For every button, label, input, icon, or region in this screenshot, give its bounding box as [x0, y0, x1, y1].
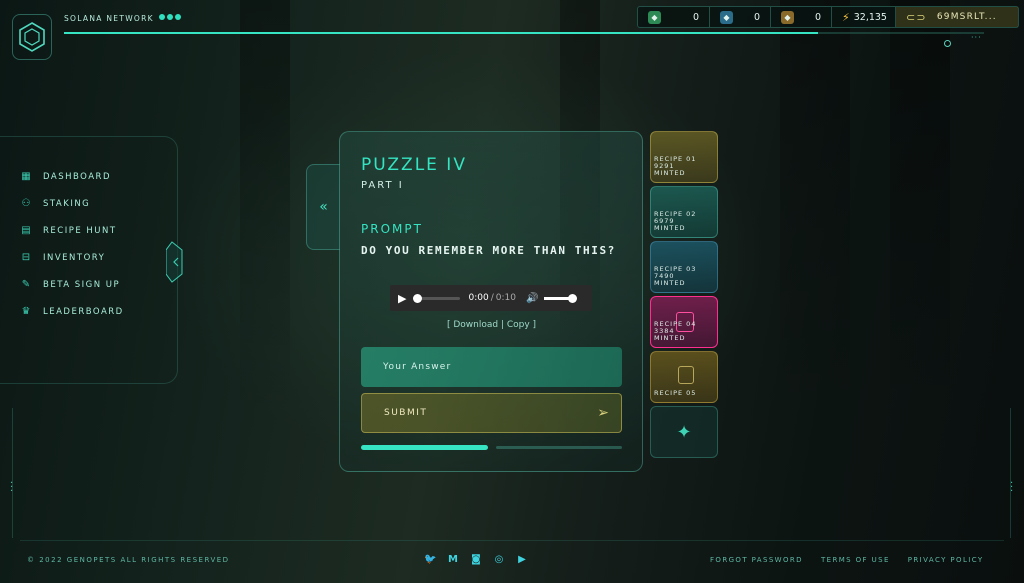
stat-gene-green: ◆ 0: [638, 7, 710, 27]
ring-icon: [944, 40, 951, 47]
network-label: SOLANA NETWORK: [64, 14, 154, 23]
sidebar-collapse-handle[interactable]: [166, 238, 188, 286]
prompt-heading: PROMPT: [361, 222, 423, 236]
recipe-card-01[interactable]: RECIPE 01 9291 MINTED: [650, 131, 718, 183]
recipe-card-02[interactable]: RECIPE 02 6979 MINTED: [650, 186, 718, 238]
sidebar-item-recipe-hunt[interactable]: ▤ RECIPE HUNT: [20, 217, 124, 244]
inventory-icon: ⊟: [21, 251, 31, 263]
frame-decoration: [1010, 408, 1011, 538]
forgot-password-link[interactable]: FORGOT PASSWORD: [710, 556, 803, 564]
recipe-card-04[interactable]: RECIPE 04 3384 MINTED: [650, 296, 718, 348]
recipe-card-locked[interactable]: ✦: [650, 406, 718, 458]
frame-decoration: [12, 408, 13, 538]
audio-player: ▶ 0:00 / 0:10 🔊: [390, 285, 592, 311]
frame-dots: ···: [1010, 478, 1014, 497]
progress-segment-complete: [361, 445, 488, 450]
top-progress-fill: [64, 32, 819, 34]
audio-current-time: 0:00: [468, 293, 489, 303]
recipe-status: MINTED: [654, 224, 686, 232]
sidebar-item-label: INVENTORY: [43, 252, 106, 263]
stat-gene-orange: ◆ 0: [771, 7, 832, 27]
stat-value: 0: [692, 11, 699, 23]
sidebar-item-leaderboard[interactable]: ♛ LEADERBOARD: [20, 298, 124, 325]
prompt-text: DO YOU REMEMBER MORE THAN THIS?: [361, 244, 616, 257]
link-icon: ⊂⊃: [906, 10, 927, 24]
sidebar-item-label: LEADERBOARD: [43, 306, 124, 317]
download-link[interactable]: [ Download | Copy ]: [447, 320, 536, 330]
recipe-list: RECIPE 01 9291 MINTED RECIPE 02 6979 MIN…: [650, 131, 718, 461]
puzzle-title: PUZZLE IV: [361, 155, 467, 175]
stat-energy: ⚡ 32,135: [832, 7, 896, 27]
sidebar-item-label: DASHBOARD: [43, 171, 111, 182]
download-copy-links[interactable]: [ Download | Copy ]: [447, 320, 536, 330]
frame-dots: ···: [971, 33, 982, 42]
terms-of-use-link[interactable]: TERMS OF USE: [821, 556, 890, 564]
recipe-hunt-icon: ▤: [21, 224, 31, 236]
stat-value: 32,135: [853, 11, 887, 23]
sidebar-nav: ▦ DASHBOARD ⚇ STAKING ▤ RECIPE HUNT ⊟ IN…: [20, 163, 124, 325]
privacy-policy-link[interactable]: PRIVACY POLICY: [908, 556, 984, 564]
send-icon: ➢: [597, 405, 609, 421]
stat-value: 0: [814, 11, 821, 23]
sparkle-icon: ✦: [676, 421, 692, 443]
sidebar-item-label: STAKING: [43, 198, 91, 209]
sidebar-item-beta-signup[interactable]: ✎ BETA SIGN UP: [20, 271, 124, 298]
sidebar-item-label: BETA SIGN UP: [43, 279, 121, 290]
puzzle-part: PART I: [361, 180, 404, 191]
twitter-icon[interactable]: 🐦: [424, 554, 436, 566]
leaderboard-icon: ♛: [21, 305, 31, 317]
double-chevron-left-icon: «: [319, 199, 328, 215]
puzzle-progress: [361, 445, 622, 450]
answer-input[interactable]: [361, 347, 622, 387]
volume-slider[interactable]: [544, 293, 578, 303]
background-tree: [240, 0, 290, 420]
stat-value: 0: [753, 11, 760, 23]
recipe-label: RECIPE 05: [654, 389, 697, 397]
resource-stats: ◆ 0 ◆ 0 ◆ 0 ⚡ 32,135 ⊂⊃ 69MSRLT...: [637, 6, 1019, 28]
staking-icon: ⚇: [21, 197, 31, 209]
wallet-address: 69MSRLT...: [936, 12, 997, 22]
submit-button[interactable]: SUBMIT ➢: [361, 393, 622, 433]
background-tree: [780, 0, 850, 420]
recipe-status: MINTED: [654, 334, 686, 342]
recipe-card-03[interactable]: RECIPE 03 7490 MINTED: [650, 241, 718, 293]
energy-bolt-icon: ⚡: [842, 10, 850, 24]
youtube-icon[interactable]: ▶: [516, 554, 528, 566]
logo-icon: [19, 22, 45, 52]
copyright: © 2022 GENOPETS ALL RIGHTS RESERVED: [27, 556, 230, 564]
volume-icon[interactable]: 🔊: [526, 293, 538, 304]
audio-seek-bar[interactable]: [413, 293, 461, 303]
genopets-logo[interactable]: [12, 14, 52, 60]
network-status-dots: [159, 14, 181, 20]
medium-icon[interactable]: M: [447, 554, 459, 566]
stat-gene-blue: ◆ 0: [710, 7, 771, 27]
sidebar-item-dashboard[interactable]: ▦ DASHBOARD: [20, 163, 124, 190]
gene-blue-icon: ◆: [720, 10, 733, 24]
sidebar-item-inventory[interactable]: ⊟ INVENTORY: [20, 244, 124, 271]
panel-collapse-button[interactable]: «: [306, 164, 340, 250]
submit-label: SUBMIT: [384, 408, 428, 418]
sidebar-item-staking[interactable]: ⚇ STAKING: [20, 190, 124, 217]
progress-segment-pending: [496, 446, 622, 449]
sidebar-item-label: RECIPE HUNT: [43, 225, 117, 236]
beta-signup-icon: ✎: [21, 278, 31, 290]
dashboard-icon: ▦: [21, 170, 31, 182]
recipe-card-05[interactable]: RECIPE 05: [650, 351, 718, 403]
gene-orange-icon: ◆: [781, 10, 794, 24]
discord-icon[interactable]: ◙: [470, 554, 482, 566]
audio-duration: 0:10: [495, 293, 516, 303]
footer-links: FORGOT PASSWORD TERMS OF USE PRIVACY POL…: [710, 556, 984, 564]
frame-dots: ···: [10, 478, 14, 497]
social-links: 🐦 M ◙ ◎ ▶: [424, 554, 528, 566]
background-tree: [890, 0, 950, 420]
recipe-status: MINTED: [654, 279, 686, 287]
recipe-status: MINTED: [654, 169, 686, 177]
frame-decoration: [20, 540, 1004, 541]
wallet-button[interactable]: ⊂⊃ 69MSRLT...: [896, 7, 1018, 27]
instagram-icon[interactable]: ◎: [493, 554, 505, 566]
gene-green-icon: ◆: [648, 10, 661, 24]
play-icon[interactable]: ▶: [398, 292, 406, 305]
top-progress-bar: [64, 32, 984, 34]
audio-time-separator: /: [490, 293, 494, 303]
